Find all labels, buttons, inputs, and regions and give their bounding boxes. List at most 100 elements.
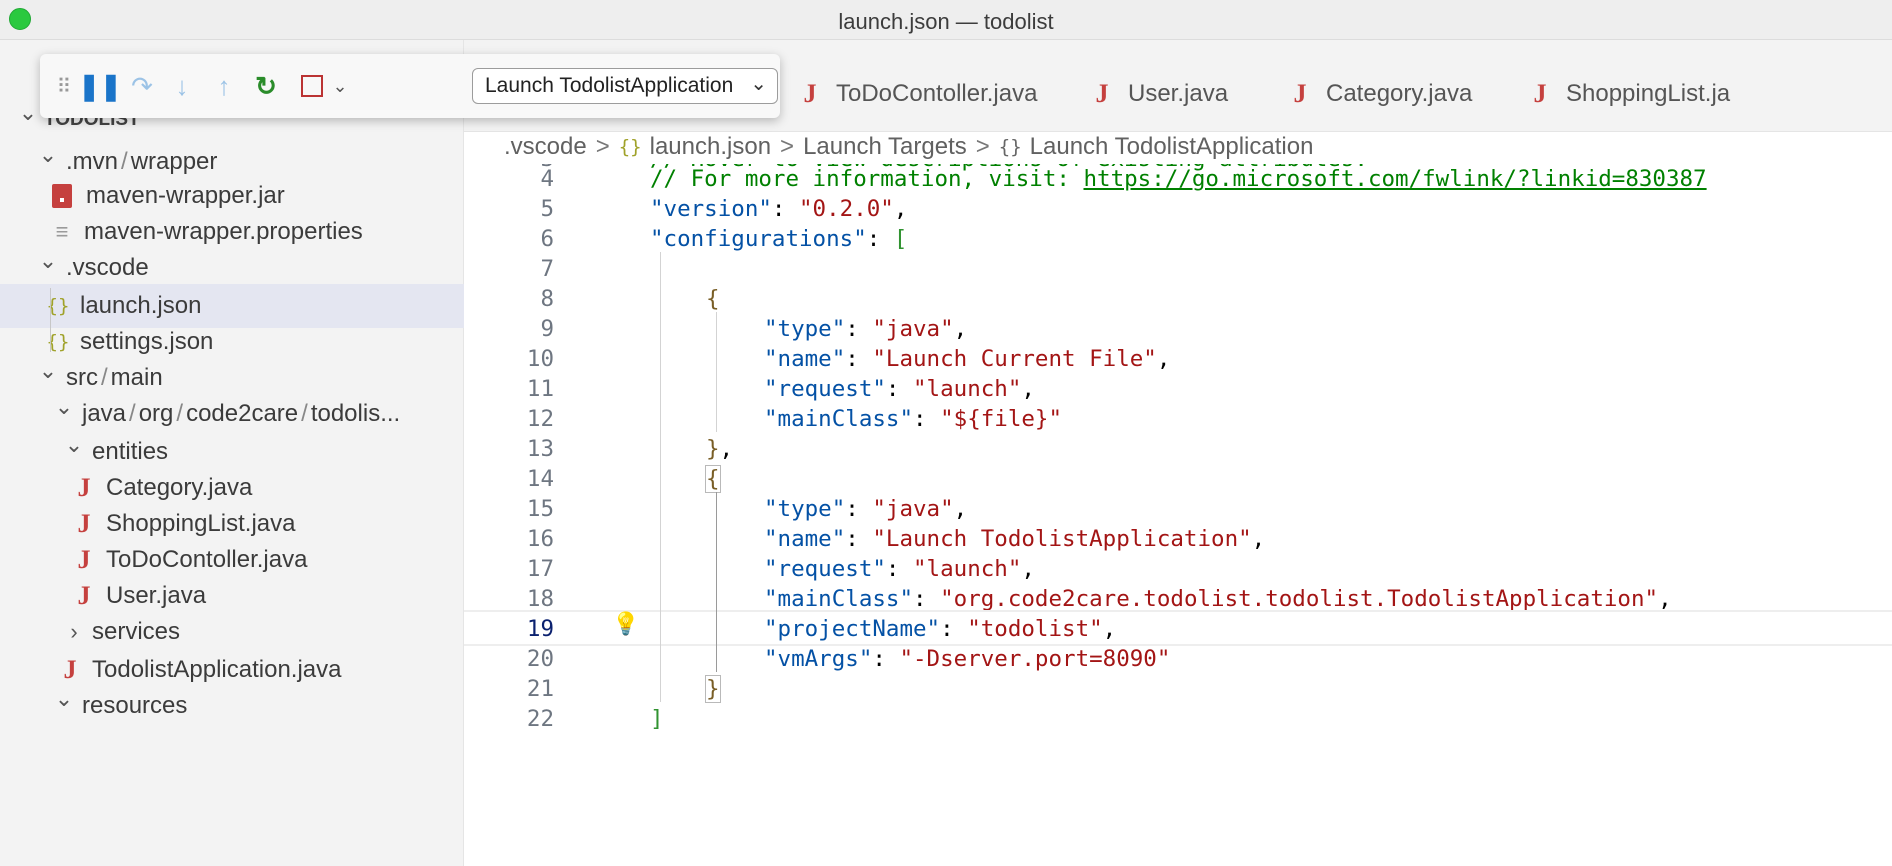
path-separator: / [129, 400, 136, 427]
breadcrumb-item[interactable]: launch.json [650, 133, 771, 161]
indent-guide [716, 312, 717, 432]
breadcrumb-item[interactable]: Launch TodolistApplication [1030, 133, 1314, 161]
json-punctuation: , [1021, 376, 1035, 402]
json-separator: : [885, 376, 914, 402]
tree-label-part: code2care [186, 400, 299, 427]
line-number: 12 [526, 406, 554, 432]
step-into-icon[interactable]: ↓ [162, 54, 202, 118]
tree-label: .vscode [66, 254, 149, 281]
tab-user-java[interactable]: J User.java [1090, 74, 1229, 114]
json-separator: : [866, 226, 894, 252]
chevron-right-icon [64, 619, 84, 645]
json-separator: : [913, 586, 941, 612]
breadcrumb-separator: > [595, 133, 610, 160]
json-separator: : [885, 556, 914, 582]
line-number: 11 [526, 376, 554, 402]
line-number: 17 [526, 556, 554, 582]
json-string: "Launch Current File" [872, 346, 1157, 372]
path-separator: / [176, 400, 184, 427]
title-bar: launch.json — todolist [0, 0, 1892, 40]
json-string: "0.2.0" [799, 196, 894, 222]
stop-icon[interactable] [292, 54, 332, 118]
path-separator: / [301, 400, 308, 427]
line-number: 13 [526, 436, 554, 462]
line-number: 9 [540, 316, 554, 342]
indent-guide [660, 252, 661, 702]
tree-label-part: .mvn [66, 148, 119, 175]
tab-todocontoller-java[interactable]: J ToDoContoller.java [798, 74, 1038, 114]
tree-label-part: java [82, 400, 127, 427]
chevron-down-icon [64, 439, 84, 465]
indent-guide [50, 288, 51, 352]
line-number: 15 [526, 496, 554, 522]
breadcrumb-item[interactable]: Launch Targets [803, 133, 967, 161]
tree-folder-resources[interactable]: resources [0, 684, 464, 728]
breadcrumb-separator: > [975, 133, 990, 160]
object-icon: {} [998, 136, 1022, 158]
breadcrumb: .vscode > {} launch.json > Launch Target… [504, 130, 1313, 164]
code-link[interactable]: https://go.microsoft.com/fwlink/?linkid=… [1083, 166, 1706, 192]
java-file-icon: J [803, 79, 817, 108]
tree-label: ShoppingList.java [106, 510, 296, 537]
json-key: "name" [764, 346, 846, 372]
json-punctuation: , [953, 496, 968, 522]
json-string: "todolist" [967, 616, 1103, 642]
explorer-sidebar: TODOLIST .mvn/wrapper maven-wrapper.jar … [0, 40, 464, 866]
line-number: 5 [540, 196, 554, 222]
json-brace: } [705, 675, 721, 703]
java-file-icon: J [77, 545, 91, 574]
json-brace: { [705, 465, 721, 493]
lightbulb-icon[interactable]: 💡 [612, 612, 639, 637]
json-key: "type" [764, 496, 846, 522]
step-out-icon[interactable]: ↑ [204, 54, 244, 118]
tree-label: maven-wrapper.jar [86, 182, 285, 209]
line-number: 14 [526, 466, 554, 492]
launch-config-select[interactable]: Launch TodolistApplication ⌄ [472, 68, 778, 104]
json-punctuation: , [953, 316, 968, 342]
indent-guide-active [716, 492, 717, 672]
json-punctuation: , [1156, 346, 1171, 372]
line-number: 16 [526, 526, 554, 552]
json-string: "${file}" [940, 406, 1063, 432]
drag-handle-icon[interactable]: ⠿ [50, 54, 76, 118]
java-file-icon: J [63, 655, 77, 684]
json-key: "mainClass" [764, 586, 914, 612]
java-file-icon: J [1293, 79, 1307, 108]
json-key: "vmArgs" [764, 646, 873, 672]
code-comment: // For more information, visit: [650, 166, 1084, 192]
pause-icon[interactable]: ❚❚ [78, 54, 122, 118]
json-punctuation: , [1021, 556, 1035, 582]
line-number: 18 [526, 586, 554, 612]
path-separator: / [101, 364, 108, 391]
restart-icon[interactable]: ↻ [246, 54, 286, 118]
json-punctuation: , [1251, 526, 1266, 552]
code-line: 22 ] [464, 702, 1892, 738]
json-file-icon: {} [618, 136, 642, 158]
json-bracket: [ [893, 226, 908, 252]
chevron-down-icon[interactable]: ⌄ [328, 54, 352, 118]
tree-label: maven-wrapper.properties [84, 218, 363, 245]
tab-category-java[interactable]: J Category.java [1288, 74, 1473, 114]
json-string: "java" [872, 316, 954, 342]
json-punctuation: , [893, 196, 908, 222]
tab-shoppinglist-java[interactable]: J ShoppingList.ja [1528, 74, 1731, 114]
tab-label: ShoppingList.ja [1566, 80, 1731, 107]
step-over-icon[interactable]: ↷ [122, 54, 162, 118]
java-file-icon: J [77, 473, 91, 502]
json-string: "Launch TodolistApplication" [872, 526, 1252, 552]
tree-label: services [92, 618, 181, 645]
tree-label-part: wrapper [130, 148, 218, 175]
json-string: "launch" [913, 556, 1022, 582]
code-editor[interactable]: 3 // Hover to view descriptions of exist… [464, 164, 1892, 866]
json-separator: : [771, 196, 800, 222]
json-separator: : [845, 496, 873, 522]
json-key: "request" [764, 556, 886, 582]
json-punctuation: , [719, 436, 734, 462]
breadcrumb-item[interactable]: .vscode [504, 133, 587, 161]
tree-label-part: org [138, 400, 174, 427]
chevron-down-icon [54, 401, 74, 427]
java-file-icon: J [1095, 79, 1109, 108]
json-separator: : [845, 346, 873, 372]
json-separator: : [872, 646, 900, 672]
line-number: 21 [526, 676, 554, 702]
